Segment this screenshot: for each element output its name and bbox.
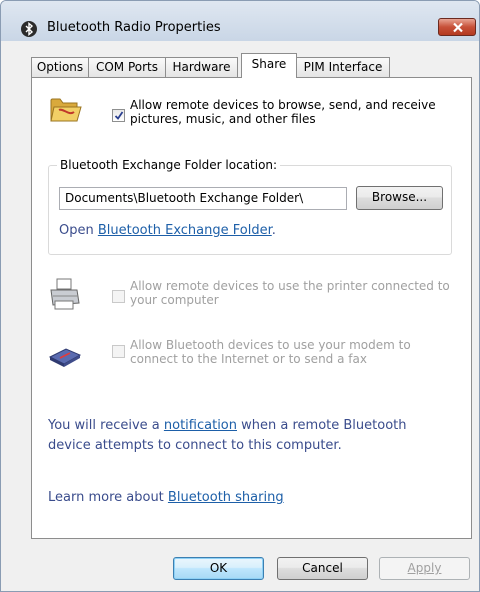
checkmark-icon — [114, 111, 124, 120]
bluetooth-icon — [21, 21, 37, 37]
tab-share[interactable]: Share — [241, 53, 297, 78]
notification-text: You will receive a notification when a r… — [48, 416, 458, 456]
exchange-folder-legend: Bluetooth Exchange Folder location: — [57, 158, 281, 172]
close-button[interactable] — [438, 18, 476, 36]
tab-com-ports[interactable]: COM Ports — [88, 57, 166, 77]
close-icon — [453, 22, 463, 33]
allow-modem-line1: Allow Bluetooth devices to use your mode… — [130, 338, 411, 352]
allow-printer-label: Allow remote devices to use the printer … — [130, 279, 460, 307]
allow-files-line1: Allow remote devices to browse, send, an… — [130, 98, 436, 112]
allow-modem-line2: connect to the Internet or to send a fax — [130, 352, 367, 366]
apply-button-label: Apply — [407, 561, 442, 575]
allow-files-label: Allow remote devices to browse, send, an… — [130, 98, 460, 126]
allow-files-checkbox[interactable] — [112, 109, 125, 122]
notification-prefix: You will receive a — [48, 418, 164, 433]
tab-options[interactable]: Options — [31, 57, 89, 77]
learn-more-prefix: Learn more about — [48, 490, 168, 505]
apply-button[interactable]: Apply — [379, 557, 470, 580]
tab-hardware[interactable]: Hardware — [165, 57, 238, 77]
bluetooth-sharing-link[interactable]: Bluetooth sharing — [168, 490, 284, 505]
allow-printer-line2: your computer — [130, 293, 219, 307]
folder-icon — [49, 94, 83, 124]
open-folder-suffix: . — [271, 223, 276, 238]
tab-pim-interface[interactable]: PIM Interface — [296, 57, 390, 77]
cancel-button[interactable]: Cancel — [277, 557, 368, 580]
browse-button[interactable]: Browse... — [356, 186, 443, 210]
exchange-folder-path-input[interactable]: Documents\Bluetooth Exchange Folder\ — [59, 187, 347, 210]
exchange-folder-group: Bluetooth Exchange Folder location: Docu… — [48, 158, 452, 255]
properties-window: Bluetooth Radio Properties Options COM P… — [0, 0, 480, 592]
share-tab-panel: Allow remote devices to browse, send, an… — [31, 77, 472, 539]
notification-line1: You will receive a notification when a r… — [48, 416, 458, 436]
modem-icon — [48, 345, 82, 367]
learn-more-line: Learn more about Bluetooth sharing — [48, 488, 284, 508]
allow-modem-checkbox[interactable] — [112, 345, 125, 358]
open-folder-line: Open Bluetooth Exchange Folder. — [59, 221, 276, 241]
allow-printer-line1: Allow remote devices to use the printer … — [130, 279, 450, 293]
notification-line2: device attempts to connect to this compu… — [48, 438, 342, 453]
notification-link[interactable]: notification — [164, 418, 237, 433]
open-folder-prefix: Open — [59, 223, 98, 238]
allow-modem-label: Allow Bluetooth devices to use your mode… — [130, 338, 460, 366]
title-bar[interactable]: Bluetooth Radio Properties — [1, 1, 479, 41]
notification-suffix: when a remote Bluetooth — [237, 418, 407, 433]
allow-printer-checkbox[interactable] — [112, 290, 125, 303]
window-title: Bluetooth Radio Properties — [47, 20, 221, 35]
open-exchange-folder-link[interactable]: Bluetooth Exchange Folder — [98, 223, 272, 238]
allow-files-line2: pictures, music, and other files — [130, 112, 316, 126]
printer-icon — [49, 277, 81, 311]
ok-button[interactable]: OK — [173, 557, 264, 580]
